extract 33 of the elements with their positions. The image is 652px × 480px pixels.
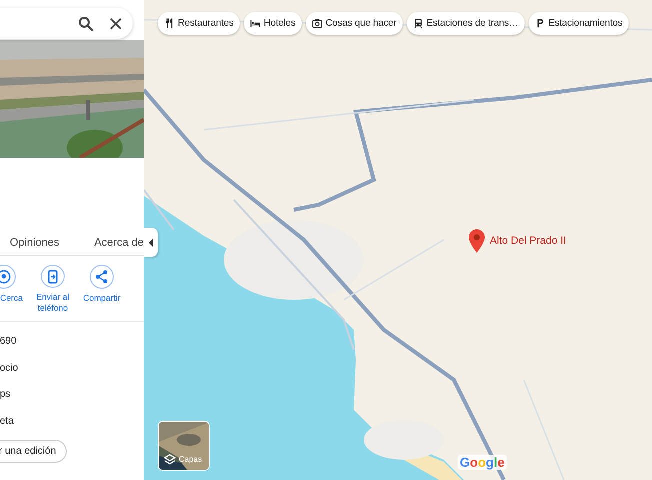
- tab[interactable]: Acerca de: [94, 236, 144, 248]
- share-icon: [94, 269, 110, 285]
- search-icon: [78, 16, 94, 32]
- phone-button[interactable]: [41, 265, 65, 288]
- category-chip[interactable]: Estaciones de trans…: [406, 12, 525, 35]
- bed-icon: [250, 18, 261, 29]
- google-logo: Google: [458, 455, 507, 470]
- category-chip[interactable]: Hoteles: [244, 12, 302, 35]
- camera-icon: [312, 18, 323, 29]
- category-chip[interactable]: Estacionamientos: [528, 12, 629, 35]
- location-icon: [0, 269, 12, 285]
- fork-knife-icon: [164, 18, 175, 29]
- share-button[interactable]: [90, 265, 114, 289]
- tab[interactable]: Opiniones: [10, 236, 60, 248]
- layers-icon: [164, 454, 176, 465]
- place-label: Alto Del Prado II: [490, 235, 566, 247]
- train-icon: [412, 18, 424, 29]
- info-text: 690: [0, 335, 18, 349]
- category-chip[interactable]: Restaurantes: [158, 12, 240, 35]
- action-label[interactable]: Compartir: [81, 293, 123, 304]
- info-text: ocio: [0, 362, 20, 376]
- info-text: eta: [0, 414, 15, 428]
- collapse-button[interactable]: [144, 228, 158, 257]
- close-icon: [108, 16, 124, 32]
- action-label[interactable]: Cerca: [0, 293, 23, 304]
- search-bar[interactable]: [0, 8, 133, 39]
- edit-button[interactable]: r una edición: [0, 440, 68, 463]
- category-chip[interactable]: Cosas que hacer: [306, 12, 403, 35]
- action-label[interactable]: Enviar al teléfono: [32, 292, 74, 314]
- layers-label: Capas: [179, 455, 202, 464]
- map-pin-icon: [468, 229, 486, 253]
- caret-icon: [148, 238, 154, 248]
- info-text: ps: [0, 388, 12, 402]
